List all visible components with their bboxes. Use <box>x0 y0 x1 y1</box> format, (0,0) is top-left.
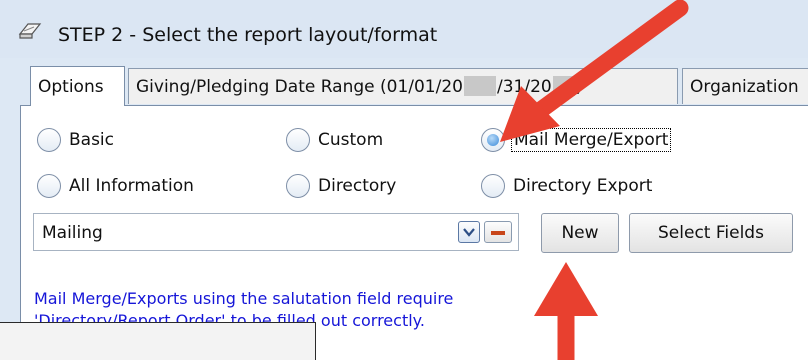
radio-directory-label: Directory <box>318 176 397 196</box>
radio-mail-merge-export-label: Mail Merge/Export <box>510 128 672 152</box>
radio-basic[interactable]: Basic <box>37 128 114 152</box>
tab-date-range-label-start: Giving/Pledging Date Range (01/01/20 <box>136 77 463 97</box>
new-button[interactable]: New <box>541 213 619 253</box>
radio-circle[interactable] <box>37 128 61 152</box>
mail-merge-note-line: Mail Merge/Exports using the salutation … <box>34 289 454 308</box>
radio-mail-merge-export[interactable]: Mail Merge/Export <box>481 128 672 152</box>
remove-layout-button[interactable] <box>484 221 512 243</box>
chevron-down-icon <box>463 228 475 237</box>
radio-directory-export-label: Directory Export <box>513 176 653 196</box>
radio-directory[interactable]: Directory <box>286 174 396 198</box>
window-title: STEP 2 - Select the report layout/format <box>58 24 438 46</box>
window-title-bar: STEP 2 - Select the report layout/format <box>0 0 808 58</box>
report-wizard-icon <box>18 23 42 39</box>
overlapping-window-fragment <box>0 322 316 360</box>
radio-basic-label: Basic <box>69 130 115 150</box>
tab-options-label: Options <box>38 77 104 97</box>
tab-date-range-label-mid: /31/20 <box>496 77 552 97</box>
tab-organization[interactable]: Organization <box>682 68 808 104</box>
dropdown-arrow-button[interactable] <box>458 221 480 243</box>
radio-custom[interactable]: Custom <box>286 128 383 152</box>
redacted-year-block <box>463 75 496 96</box>
tab-organization-label: Organization <box>690 77 799 97</box>
tab-giving-pledging-date-range[interactable]: Giving/Pledging Date Range (01/01/20/31/… <box>128 68 678 104</box>
redacted-year-block <box>552 75 575 96</box>
radio-circle[interactable] <box>481 174 505 198</box>
radio-custom-label: Custom <box>318 130 384 150</box>
radio-circle[interactable] <box>286 128 310 152</box>
radio-circle-selected[interactable] <box>481 128 505 152</box>
tab-options[interactable]: Options <box>30 66 125 106</box>
radio-all-information-label: All Information <box>69 176 194 196</box>
radio-circle[interactable] <box>286 174 310 198</box>
radio-all-information[interactable]: All Information <box>37 174 194 198</box>
tab-strip: Options Giving/Pledging Date Range (01/0… <box>0 66 808 108</box>
tab-date-range-label-end: ) <box>575 77 583 97</box>
layout-select[interactable]: Mailing <box>33 213 519 251</box>
radio-directory-export[interactable]: Directory Export <box>481 174 652 198</box>
layout-select-value: Mailing <box>42 223 103 243</box>
select-fields-button[interactable]: Select Fields <box>629 213 793 253</box>
radio-circle[interactable] <box>37 174 61 198</box>
